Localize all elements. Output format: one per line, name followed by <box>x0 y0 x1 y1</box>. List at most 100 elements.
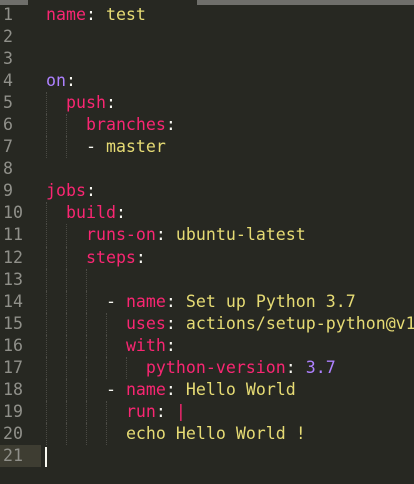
line-number: 5 <box>3 93 13 113</box>
code-line[interactable]: 6 branches: <box>0 114 414 137</box>
line-number: 19 <box>3 401 23 421</box>
indent-guide <box>46 268 47 291</box>
code-text: - name: Set up Python 3.7 <box>46 291 356 313</box>
token-punct <box>46 292 106 311</box>
token-punct: : <box>285 357 306 377</box>
token-key: name <box>46 5 86 24</box>
line-number: 12 <box>3 247 23 267</box>
code-line[interactable]: 14 - name: Set up Python 3.7 <box>0 290 414 313</box>
token-punct: : <box>85 5 106 24</box>
token-punct: : <box>105 93 116 113</box>
line-number: 17 <box>3 357 23 377</box>
code-text: with: <box>46 335 176 357</box>
line-number: 10 <box>3 203 23 223</box>
code-line[interactable]: 16 with: <box>0 334 414 357</box>
code-line[interactable]: 9 jobs: <box>0 180 414 202</box>
code-line[interactable]: 11 runs-on: ubuntu-latest <box>0 224 414 247</box>
indent-guide <box>86 268 87 291</box>
token-key: runs-on <box>85 225 156 245</box>
code-text: - name: Hello World <box>46 379 296 401</box>
line-number: 8 <box>3 159 13 179</box>
code-text: jobs: <box>46 180 96 202</box>
token-punct: - <box>105 379 126 399</box>
token-punct: : <box>85 181 96 201</box>
token-key: steps <box>85 247 136 267</box>
token-punct <box>46 137 86 156</box>
token-punct: : <box>115 203 126 223</box>
token-str: echo Hello World ! <box>125 423 306 443</box>
code-text: branches: <box>46 114 176 136</box>
code-line[interactable]: 5 push: <box>0 92 414 115</box>
code-line[interactable]: 3 <box>0 48 414 70</box>
line-number: 9 <box>3 181 13 201</box>
token-punct: : <box>65 71 76 91</box>
line-number: 7 <box>3 137 13 157</box>
token-punct <box>46 203 66 222</box>
code-line[interactable]: 20 echo Hello World ! <box>0 422 414 445</box>
token-punct <box>46 358 146 377</box>
token-punct: : <box>135 247 146 267</box>
token-key: push <box>65 93 106 113</box>
token-key: build <box>65 203 116 223</box>
code-line[interactable]: 21 <box>0 444 414 467</box>
token-punct <box>46 402 126 421</box>
code-line[interactable]: 2 <box>0 26 414 48</box>
token-str: Hello World <box>185 379 296 399</box>
token-punct <box>46 336 126 355</box>
token-str: test <box>105 5 146 24</box>
token-const: 3.7 <box>305 357 336 377</box>
token-const: on <box>46 71 66 91</box>
code-line[interactable]: 1 name: test <box>0 4 414 26</box>
line-number: 6 <box>3 115 13 135</box>
token-str: actions/setup-python@v1 <box>185 313 414 333</box>
code-text: build: <box>46 202 126 224</box>
token-key: name <box>125 379 166 399</box>
line-number: 2 <box>3 27 13 47</box>
line-number: 1 <box>3 5 13 24</box>
code-editor[interactable]: 1 name: test 2 3 4 on: 5 push: 6 branches: 7 - m… <box>0 4 414 467</box>
line-number: 16 <box>3 335 23 355</box>
code-text: name: test <box>46 4 146 26</box>
token-key: with <box>125 335 166 355</box>
code-line[interactable]: 8 <box>0 158 414 180</box>
code-text: steps: <box>46 247 146 269</box>
token-pipe: | <box>175 401 186 421</box>
code-line[interactable]: 17 python-version: 3.7 <box>0 356 414 379</box>
token-punct: : <box>165 379 186 399</box>
token-punct: - <box>85 137 106 157</box>
code-line[interactable]: 10 build: <box>0 202 414 225</box>
code-line[interactable]: 4 on: <box>0 70 414 92</box>
code-text: - master <box>46 136 166 158</box>
token-str: ubuntu-latest <box>175 225 306 245</box>
code-text: uses: actions/setup-python@v1 <box>46 313 414 335</box>
code-line[interactable]: 18 - name: Hello World <box>0 378 414 401</box>
token-str: Set up Python 3.7 <box>185 291 356 311</box>
token-punct <box>46 93 66 112</box>
line-number: 15 <box>3 313 23 333</box>
token-punct: : <box>165 291 186 311</box>
code-text: python-version: 3.7 <box>46 357 336 379</box>
indent-guide <box>66 268 67 291</box>
line-number: 14 <box>3 291 23 311</box>
code-line[interactable]: 12 steps: <box>0 246 414 269</box>
code-line[interactable]: 7 - master <box>0 136 414 159</box>
line-number: 13 <box>3 269 23 289</box>
token-punct: - <box>105 291 126 311</box>
token-punct: : <box>165 335 176 355</box>
line-number: 21 <box>0 444 41 467</box>
code-text: push: <box>46 92 116 114</box>
token-punct <box>46 248 86 267</box>
line-number: 4 <box>3 71 13 91</box>
code-text: runs-on: ubuntu-latest <box>46 224 306 246</box>
token-punct <box>46 380 106 399</box>
line-number: 18 <box>3 379 23 399</box>
code-line[interactable]: 13 <box>0 268 414 291</box>
token-key: jobs <box>46 181 86 201</box>
token-key: uses <box>125 313 166 333</box>
line-number: 20 <box>3 423 23 443</box>
code-line[interactable]: 15 uses: actions/setup-python@v1 <box>0 312 414 335</box>
code-line[interactable]: 19 run: | <box>0 400 414 423</box>
token-key: branches <box>85 115 166 135</box>
token-key: name <box>125 291 166 311</box>
token-key: run <box>125 401 156 421</box>
